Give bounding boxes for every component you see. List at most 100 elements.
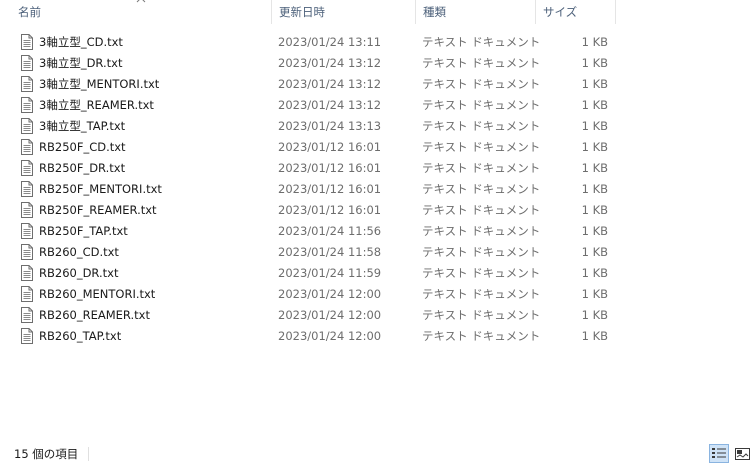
file-type: テキスト ドキュメント [422, 307, 541, 322]
file-name: RB250F_CD.txt [39, 139, 126, 154]
file-name-cell: 3軸立型_DR.txt [0, 54, 272, 71]
file-list: 3軸立型_CD.txt 2023/01/24 13:11 テキスト ドキュメント 1 … [0, 31, 756, 346]
file-name: 3軸立型_DR.txt [39, 55, 123, 70]
file-name: RB260_DR.txt [39, 265, 119, 280]
details-view-button[interactable] [709, 444, 729, 463]
status-bar: 15 個の項目 [0, 441, 756, 466]
file-type: テキスト ドキュメント [422, 181, 541, 196]
file-name-cell: RB260_TAP.txt [0, 327, 272, 344]
column-header-empty [616, 0, 756, 24]
file-name: 3軸立型_CD.txt [39, 34, 123, 49]
file-type: テキスト ドキュメント [422, 202, 541, 217]
text-file-icon [20, 33, 34, 50]
file-name: RB250F_TAP.txt [39, 223, 128, 238]
file-name-cell: RB260_DR.txt [0, 264, 272, 281]
file-type: テキスト ドキュメント [422, 286, 541, 301]
file-type: テキスト ドキュメント [422, 55, 541, 70]
file-row[interactable]: RB250F_DR.txt 2023/01/12 16:01 テキスト ドキュメント… [0, 157, 756, 178]
text-file-icon [20, 117, 34, 134]
column-header-size[interactable]: サイズ [536, 0, 616, 24]
text-file-icon [20, 54, 34, 71]
file-name: RB260_REAMER.txt [39, 307, 150, 322]
file-name: RB250F_MENTORI.txt [39, 181, 162, 196]
file-date: 2023/01/24 12:00 [278, 328, 382, 343]
file-row[interactable]: RB250F_CD.txt 2023/01/12 16:01 テキスト ドキュメント… [0, 136, 756, 157]
file-name: RB260_CD.txt [39, 244, 119, 259]
column-header-date[interactable]: 更新日時 [272, 0, 416, 24]
text-file-icon [20, 222, 34, 239]
text-file-icon [20, 96, 34, 113]
file-name: 3軸立型_TAP.txt [39, 118, 126, 133]
text-file-icon [20, 75, 34, 92]
file-row[interactable]: 3軸立型_CD.txt 2023/01/24 13:11 テキスト ドキュメント 1 … [0, 31, 756, 52]
file-row[interactable]: 3軸立型_REAMER.txt 2023/01/24 13:12 テキスト ドキュメ… [0, 94, 756, 115]
text-file-icon [20, 243, 34, 260]
file-size: 1 KB [581, 328, 608, 343]
file-date: 2023/01/24 12:00 [278, 286, 382, 301]
text-file-icon [20, 180, 34, 197]
file-name-cell: 3軸立型_TAP.txt [0, 117, 272, 134]
file-type: テキスト ドキュメント [422, 265, 541, 280]
file-date: 2023/01/24 11:59 [278, 265, 382, 280]
column-header-name-label: 名前 [18, 5, 41, 19]
column-header-type-label: 種類 [423, 5, 446, 19]
details-view-icon [712, 448, 726, 458]
file-name-cell: 3軸立型_CD.txt [0, 33, 272, 50]
file-size: 1 KB [581, 265, 608, 280]
file-type: テキスト ドキュメント [422, 328, 541, 343]
file-name-cell: RB260_MENTORI.txt [0, 285, 272, 302]
file-date: 2023/01/24 13:11 [278, 34, 382, 49]
file-row[interactable]: RB250F_REAMER.txt 2023/01/12 16:01 テキスト ドキ… [0, 199, 756, 220]
file-name: 3軸立型_REAMER.txt [39, 97, 154, 112]
item-count: 15 個の項目 [14, 447, 79, 461]
file-size: 1 KB [581, 55, 608, 70]
file-date: 2023/01/24 11:56 [278, 223, 382, 238]
file-row[interactable]: 3軸立型_MENTORI.txt 2023/01/24 13:12 テキスト ドキュ… [0, 73, 756, 94]
file-date: 2023/01/12 16:01 [278, 202, 382, 217]
file-name-cell: RB260_CD.txt [0, 243, 272, 260]
file-size: 1 KB [581, 181, 608, 196]
large-icons-view-icon [734, 447, 750, 460]
file-size: 1 KB [581, 34, 608, 49]
file-row[interactable]: 3軸立型_DR.txt 2023/01/24 13:12 テキスト ドキュメント 1 … [0, 52, 756, 73]
file-date: 2023/01/24 13:12 [278, 55, 382, 70]
text-file-icon [20, 306, 34, 323]
file-name-cell: 3軸立型_REAMER.txt [0, 96, 272, 113]
file-type: テキスト ドキュメント [422, 160, 541, 175]
file-name: RB250F_REAMER.txt [39, 202, 157, 217]
file-name: RB250F_DR.txt [39, 160, 126, 175]
status-divider [88, 447, 89, 461]
file-row[interactable]: RB260_CD.txt 2023/01/24 11:58 テキスト ドキュメント 1… [0, 241, 756, 262]
file-row[interactable]: RB260_REAMER.txt 2023/01/24 12:00 テキスト ドキュ… [0, 304, 756, 325]
file-row[interactable]: RB250F_TAP.txt 2023/01/24 11:56 テキスト ドキュメン… [0, 220, 756, 241]
file-name: 3軸立型_MENTORI.txt [39, 76, 160, 91]
file-row[interactable]: RB250F_MENTORI.txt 2023/01/12 16:01 テキスト ド… [0, 178, 756, 199]
file-row[interactable]: RB260_DR.txt 2023/01/24 11:59 テキスト ドキュメント 1… [0, 262, 756, 283]
file-name-cell: RB250F_MENTORI.txt [0, 180, 272, 197]
file-name-cell: 3軸立型_MENTORI.txt [0, 75, 272, 92]
file-row[interactable]: RB260_MENTORI.txt 2023/01/24 12:00 テキスト ドキ… [0, 283, 756, 304]
file-name-cell: RB250F_DR.txt [0, 159, 272, 176]
file-size: 1 KB [581, 244, 608, 259]
file-name: RB260_MENTORI.txt [39, 286, 156, 301]
file-size: 1 KB [581, 76, 608, 91]
text-file-icon [20, 264, 34, 281]
file-name: RB260_TAP.txt [39, 328, 122, 343]
file-type: テキスト ドキュメント [422, 223, 541, 238]
column-header-name[interactable]: 名前 [0, 0, 272, 24]
file-name-cell: RB250F_REAMER.txt [0, 201, 272, 218]
column-header-type[interactable]: 種類 [416, 0, 536, 24]
text-file-icon [20, 138, 34, 155]
large-icons-view-button[interactable] [732, 444, 752, 463]
text-file-icon [20, 159, 34, 176]
text-file-icon [20, 327, 34, 344]
file-date: 2023/01/24 11:58 [278, 244, 382, 259]
file-row[interactable]: RB260_TAP.txt 2023/01/24 12:00 テキスト ドキュメント… [0, 325, 756, 346]
file-type: テキスト ドキュメント [422, 244, 541, 259]
text-file-icon [20, 285, 34, 302]
file-date: 2023/01/12 16:01 [278, 181, 382, 196]
file-type: テキスト ドキュメント [422, 97, 541, 112]
file-row[interactable]: 3軸立型_TAP.txt 2023/01/24 13:13 テキスト ドキュメント 1… [0, 115, 756, 136]
file-date: 2023/01/12 16:01 [278, 139, 382, 154]
file-size: 1 KB [581, 307, 608, 322]
